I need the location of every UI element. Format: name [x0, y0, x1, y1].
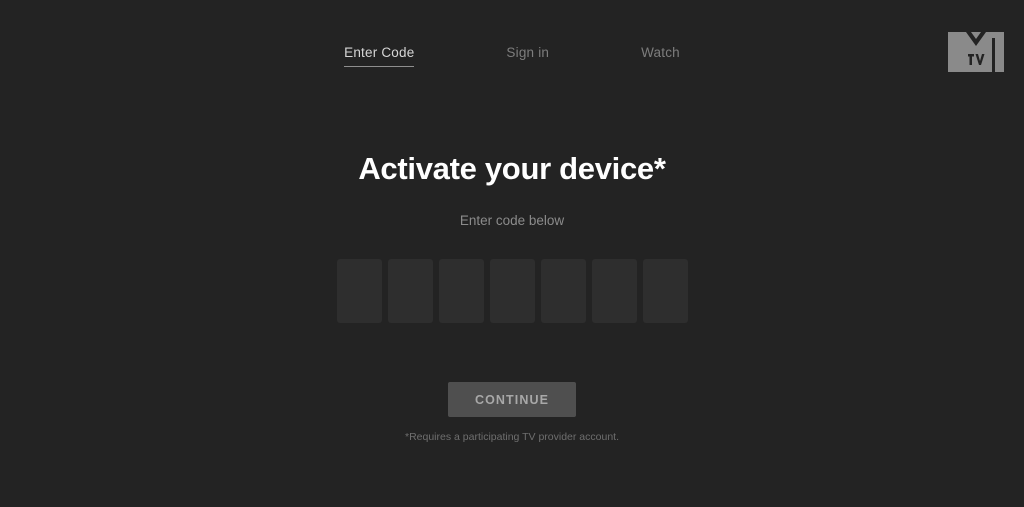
activation-page: Enter Code Sign in Watch Activate your d… — [0, 0, 1024, 507]
main-content: Activate your device* Enter code below C… — [0, 0, 1024, 507]
code-input-group — [0, 259, 1024, 323]
code-input-3[interactable] — [438, 259, 484, 323]
page-title: Activate your device* — [358, 151, 666, 186]
code-input-1[interactable] — [336, 259, 382, 323]
code-input-5[interactable] — [540, 259, 586, 323]
code-input-4[interactable] — [489, 259, 535, 323]
continue-button-wrapper: CONTINUE — [0, 382, 1024, 417]
continue-button[interactable]: CONTINUE — [448, 382, 576, 417]
code-input-2[interactable] — [387, 259, 433, 323]
provider-footnote: *Requires a participating TV provider ac… — [404, 431, 619, 443]
code-input-6[interactable] — [591, 259, 637, 323]
page-subtitle: Enter code below — [459, 213, 565, 228]
code-input-7[interactable] — [642, 259, 688, 323]
